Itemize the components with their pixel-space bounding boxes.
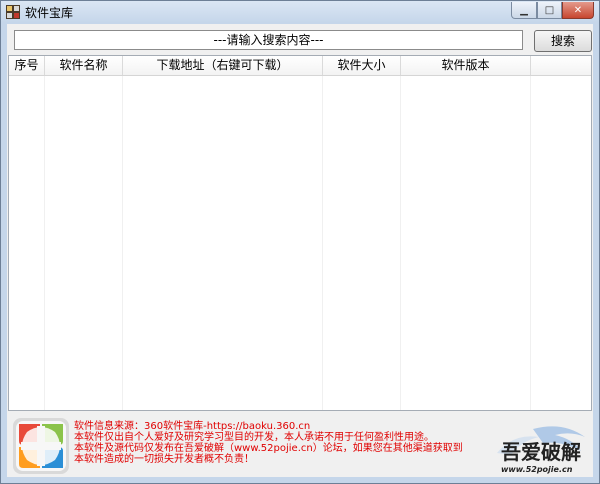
client-area: ---请输入搜索内容--- 搜索 序号 软件名称 下载地址（右键可下载） 软件大… [7, 24, 593, 477]
maximize-button[interactable]: □ [537, 2, 562, 19]
52pojie-logo-icon: 吾爱破解 www.52pojie.cn [497, 426, 585, 474]
brand-logo-text: 吾爱破解 [501, 440, 581, 464]
app-logo-icon [13, 418, 69, 474]
list-body [9, 76, 591, 410]
column-header-size[interactable]: 软件大小 [323, 56, 401, 75]
title-bar[interactable]: 软件宝库 ▁ □ ✕ [1, 1, 599, 23]
window-title: 软件宝库 [25, 6, 74, 20]
notice-line: 本软件造成的一切损失开发者概不负责！ [74, 454, 254, 465]
column-body [323, 76, 401, 410]
column-header-version[interactable]: 软件版本 [401, 56, 531, 75]
close-button[interactable]: ✕ [562, 2, 594, 19]
minimize-button[interactable]: ▁ [511, 2, 537, 19]
notice-line: 本软件仅出自个人爱好及研究学习型目的开发，本人承诺不用于任何盈利性用途。 [74, 432, 434, 443]
brand-url-text: www.52pojie.cn [501, 465, 573, 474]
software-list[interactable]: 序号 软件名称 下载地址（右键可下载） 软件大小 软件版本 [8, 55, 592, 411]
notice-line: 本软件及源代码仅发布在吾爱破解（www.52pojie.cn）论坛，如果您在其他… [74, 443, 463, 454]
close-icon: ✕ [573, 4, 583, 16]
column-header-filler [531, 56, 591, 75]
column-header-name[interactable]: 软件名称 [45, 56, 123, 75]
search-input[interactable]: ---请输入搜索内容--- [14, 30, 523, 50]
list-header: 序号 软件名称 下载地址（右键可下载） 软件大小 软件版本 [9, 56, 591, 76]
notice-line: 软件信息来源：360软件宝库-https://baoku.360.cn [74, 421, 311, 432]
search-button[interactable]: 搜索 [534, 30, 592, 52]
app-window: 软件宝库 ▁ □ ✕ ---请输入搜索内容--- 搜索 序号 软件名称 下载地址… [0, 0, 600, 484]
column-body [9, 76, 45, 410]
minimize-icon: ▁ [520, 4, 528, 16]
maximize-icon: □ [544, 4, 555, 16]
column-body [45, 76, 123, 410]
footer: 软件信息来源：360软件宝库-https://baoku.360.cn 本软件仅… [7, 411, 593, 477]
column-body [401, 76, 531, 410]
column-header-index[interactable]: 序号 [9, 56, 45, 75]
app-icon [6, 5, 20, 19]
column-body [123, 76, 323, 410]
notice-text: 软件信息来源：360软件宝库-https://baoku.360.cn 本软件仅… [74, 421, 484, 465]
column-header-download-url[interactable]: 下载地址（右键可下载） [123, 56, 323, 75]
